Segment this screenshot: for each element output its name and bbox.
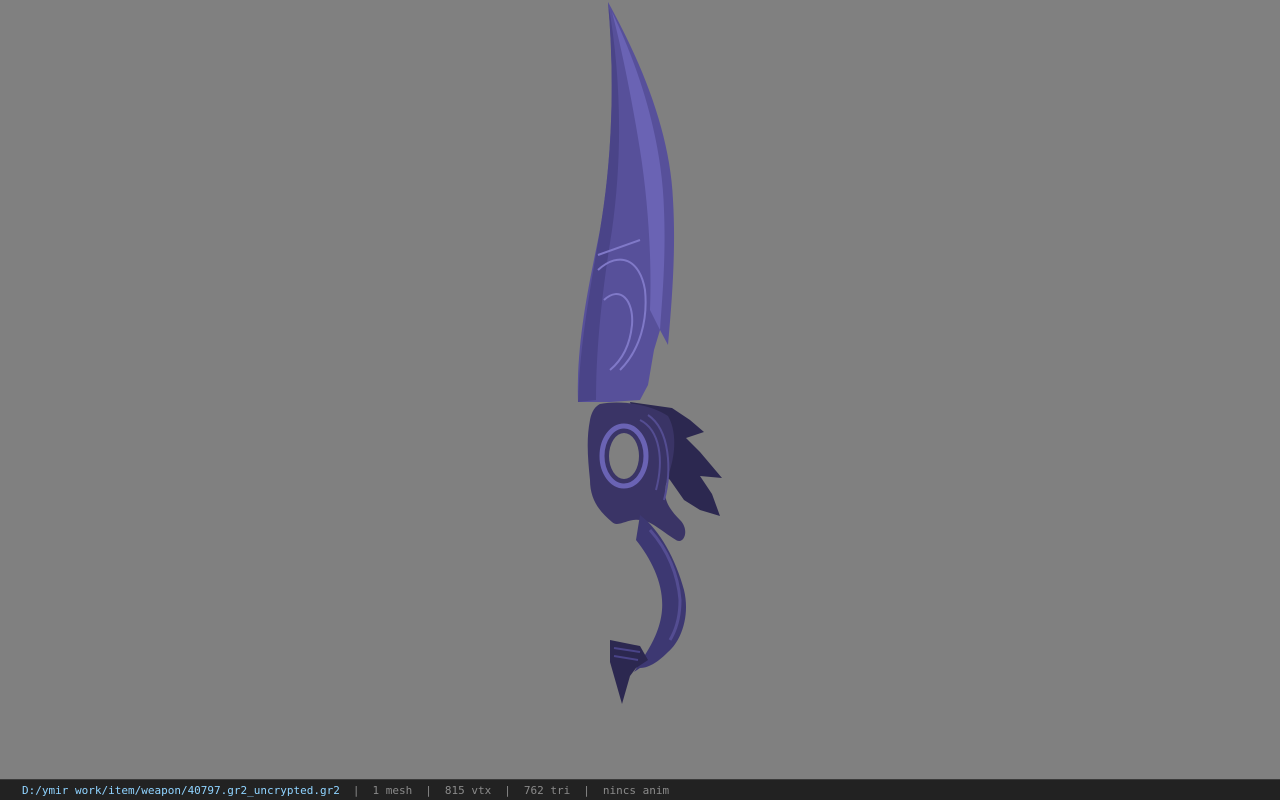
separator: |: [352, 783, 360, 797]
file-path: D:/ymir work/item/weapon/40797.gr2_uncry…: [22, 783, 340, 797]
guard-ring-hole: [609, 433, 639, 479]
separator: |: [425, 783, 432, 797]
separator: |: [504, 783, 511, 797]
mesh-count: 1 mesh: [372, 783, 413, 797]
weapon-model: [577, 2, 722, 704]
vertex-count: 815 vtx: [444, 783, 492, 797]
anim-status: nincs anim: [602, 783, 670, 797]
3d-viewport[interactable]: [0, 0, 1280, 779]
separator: |: [583, 783, 590, 797]
triangle-count: 762 tri: [523, 783, 571, 797]
status-bar: D:/ymir work/item/weapon/40797.gr2_uncry…: [0, 779, 1280, 800]
